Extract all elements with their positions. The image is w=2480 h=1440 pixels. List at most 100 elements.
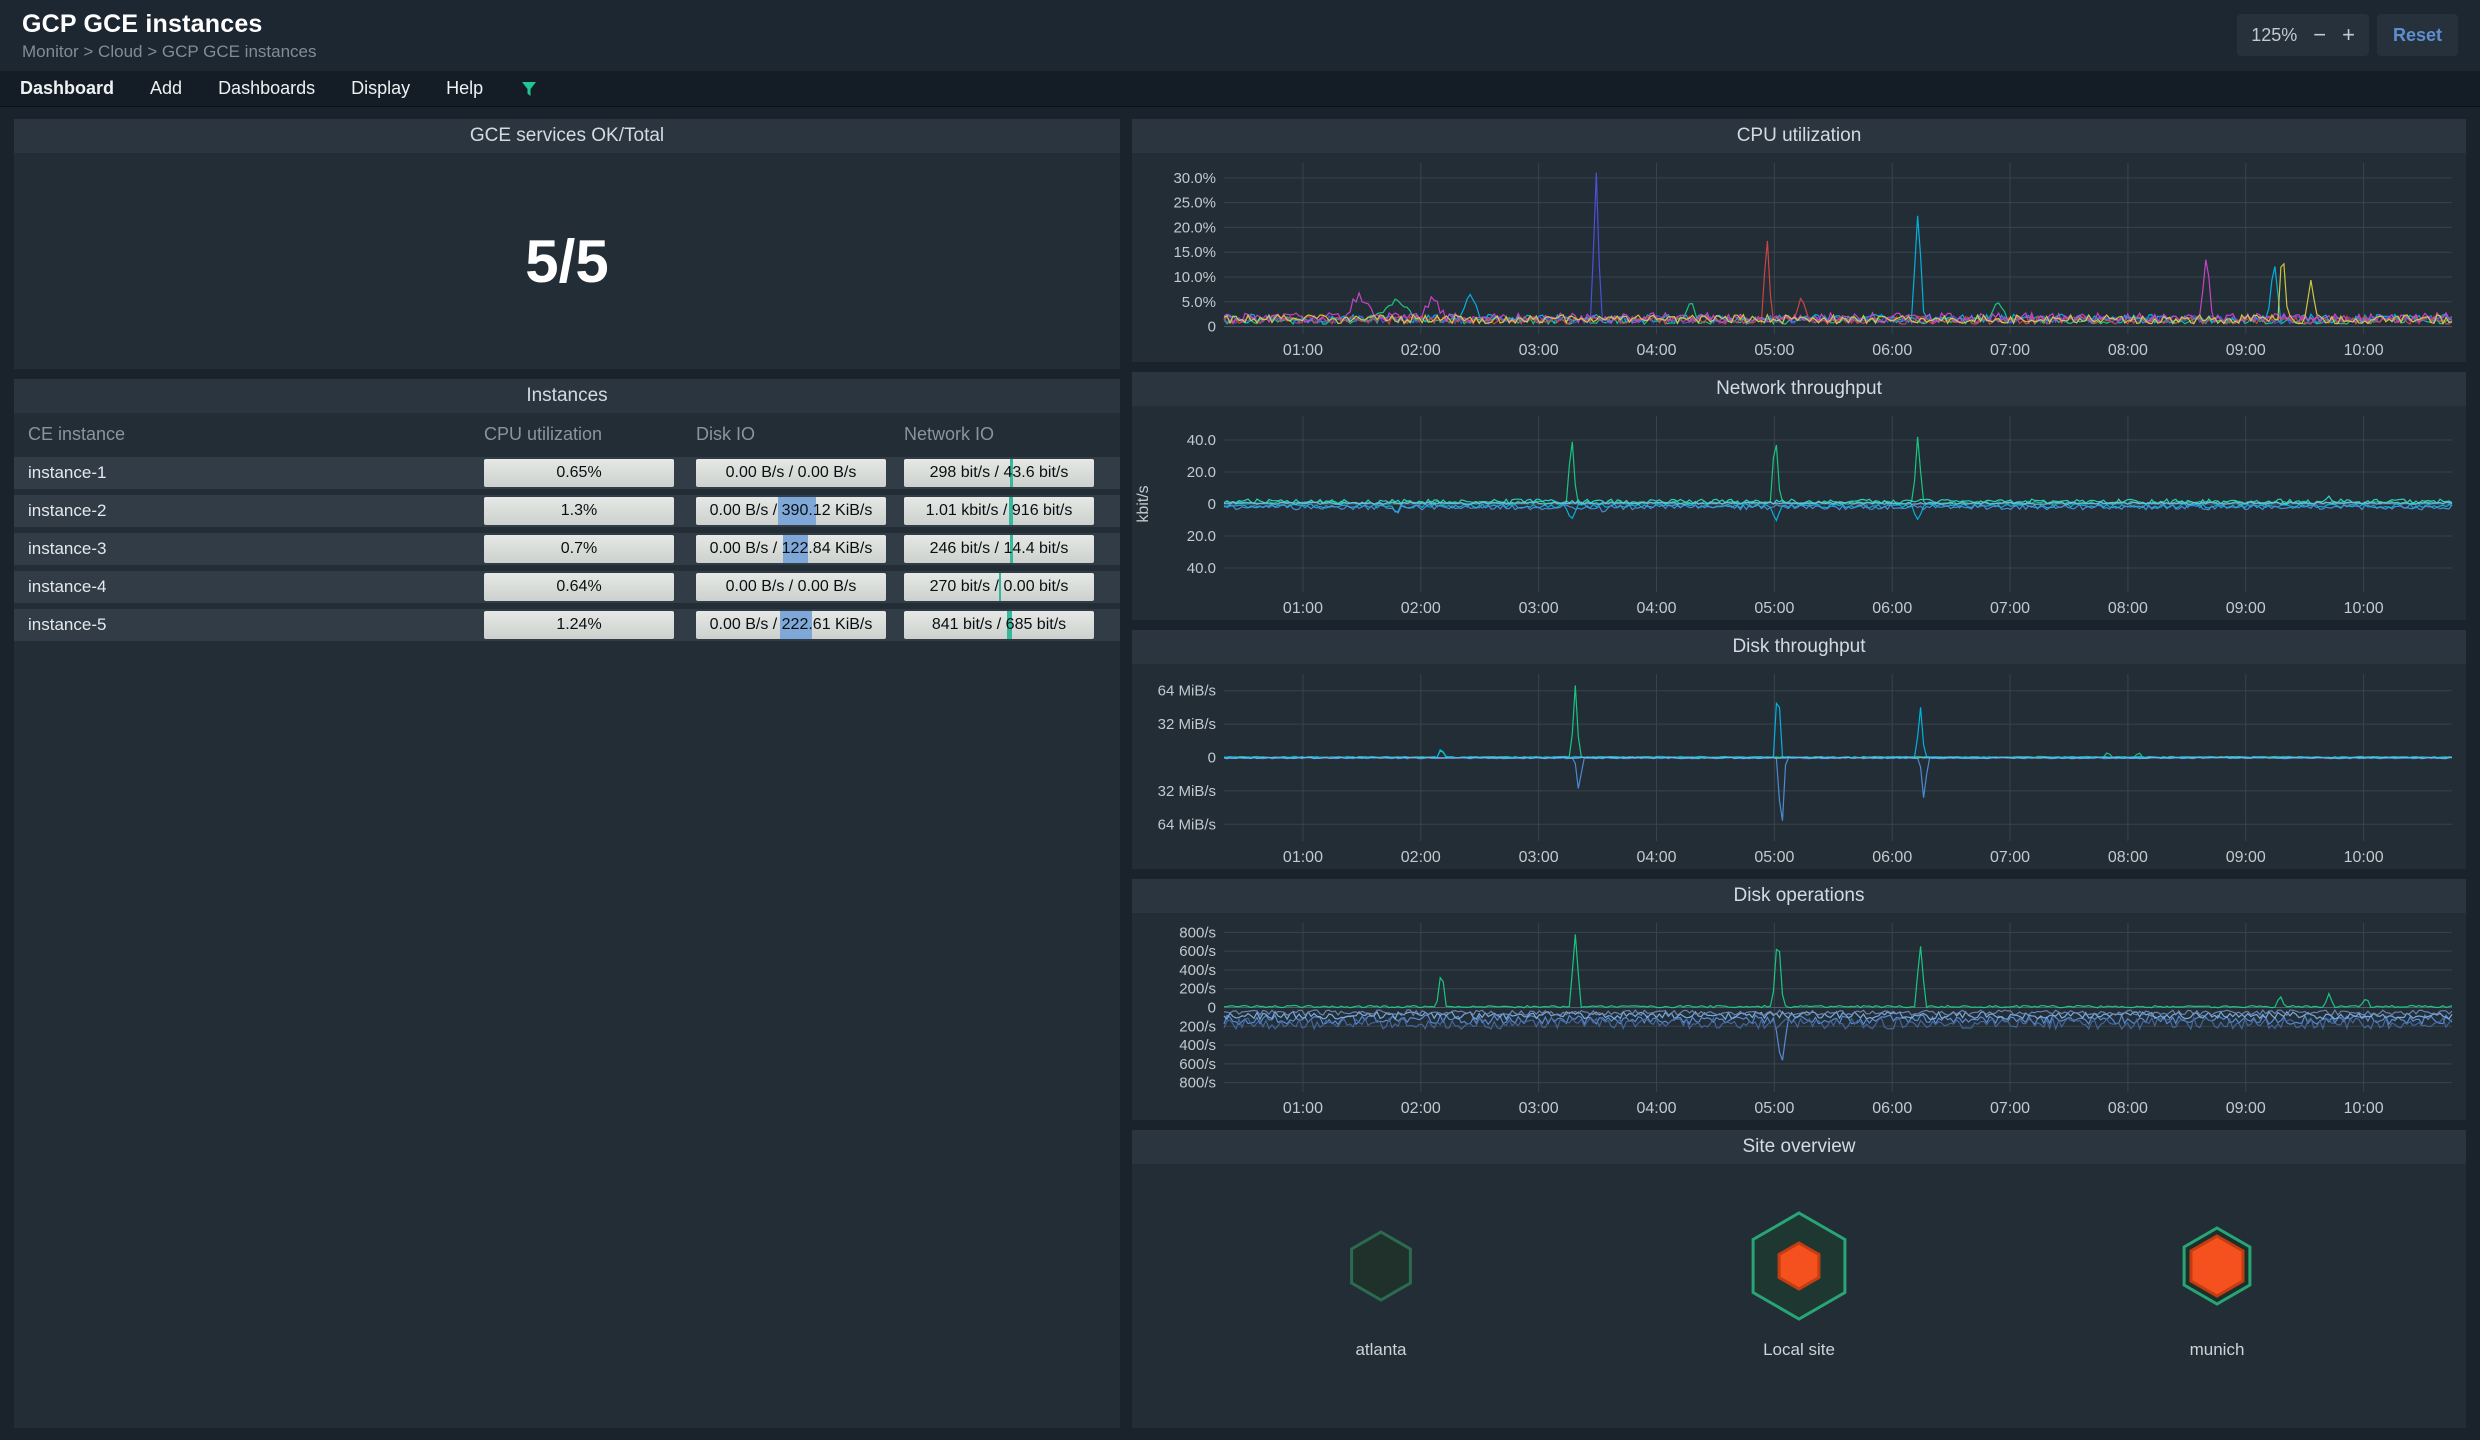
gce-services-panel: GCE services OK/Total 5/5	[14, 119, 1120, 369]
page-header: GCP GCE instances Monitor > Cloud > GCP …	[0, 0, 2480, 71]
column-header-instance: CE instance	[28, 423, 126, 444]
disk-throughput-svg: 01:00 02:00 03:00 04:00 05:00 06:00 07:00 08:00…	[1158, 674, 2453, 866]
perfometer-value: 1.24%	[556, 616, 602, 633]
menu-bar: Dashboard Add Dashboards Display Help	[0, 71, 2480, 107]
svg-text:25.0%: 25.0%	[1173, 195, 1216, 212]
svg-text:600/s: 600/s	[1179, 1056, 1216, 1073]
network-io-perfometer[interactable]: 246 bit/s / 14.4 bit/s	[904, 535, 1094, 563]
svg-text:07:00: 07:00	[1990, 342, 2030, 359]
svg-text:03:00: 03:00	[1519, 342, 1559, 359]
disk-io-perfometer[interactable]: 0.00 B/s / 122.84 KiB/s	[696, 535, 886, 563]
cpu-utilization-graph[interactable]: 01:00 02:00 03:00 04:00 05:00 06:00 07:00 08:00…	[1132, 153, 2466, 362]
svg-text:05:00: 05:00	[1754, 849, 1794, 866]
disk-io-perfometer[interactable]: 0.00 B/s / 390.12 KiB/s	[696, 497, 886, 525]
disk-io-perfometer[interactable]: 0.00 B/s / 0.00 B/s	[696, 573, 886, 601]
disk-operations-panel-title[interactable]: Disk operations	[1132, 879, 2466, 913]
zoom-out-button[interactable]: −	[2313, 24, 2326, 46]
svg-text:04:00: 04:00	[1636, 600, 1676, 617]
network-io-perfometer[interactable]: 298 bit/s / 43.6 bit/s	[904, 459, 1094, 487]
column-header-cpu: CPU utilization	[484, 423, 603, 444]
menu-item-dashboard[interactable]: Dashboard	[20, 78, 114, 99]
table-row[interactable]: instance-4 0.64% 0.00 B/s / 0.00 B/s 270 bi…	[14, 571, 1120, 603]
svg-text:09:00: 09:00	[2226, 342, 2266, 359]
network-throughput-graph[interactable]: 01:00 02:00 03:00 04:00 05:00 06:00 07:00 08:00…	[1132, 406, 2466, 620]
network-throughput-panel: Network throughput 01:00 02:00 03:00 04:00 0…	[1132, 372, 2466, 620]
svg-text:09:00: 09:00	[2226, 600, 2266, 617]
svg-text:03:00: 03:00	[1519, 1100, 1559, 1117]
zoom-in-button[interactable]: +	[2342, 24, 2355, 46]
svg-text:40.0: 40.0	[1187, 432, 1216, 449]
site-label: Local site	[1763, 1340, 1835, 1359]
filter-icon[interactable]	[519, 79, 539, 99]
disk-throughput-graph[interactable]: 01:00 02:00 03:00 04:00 05:00 06:00 07:00 08:00…	[1132, 664, 2466, 869]
table-row[interactable]: instance-3 0.7% 0.00 B/s / 122.84 KiB/s 246…	[14, 533, 1120, 565]
menu-item-display[interactable]: Display	[351, 78, 410, 99]
gce-services-ok-total-value[interactable]: 5/5	[14, 153, 1120, 369]
cpu-utilization-perfometer[interactable]: 0.64%	[484, 573, 674, 601]
site-hexagon[interactable]	[2157, 1206, 2277, 1326]
site-label: munich	[2189, 1340, 2245, 1359]
svg-text:08:00: 08:00	[2108, 1100, 2148, 1117]
menu-item-add[interactable]: Add	[150, 78, 182, 99]
svg-text:30.0%: 30.0%	[1173, 170, 1216, 187]
breadcrumb[interactable]: Monitor > Cloud > GCP GCE instances	[22, 42, 317, 62]
perfometer-value: 0.00 B/s / 222.61 KiB/s	[709, 616, 873, 633]
perfometer-value: 0.65%	[556, 464, 602, 481]
network-throughput-panel-title[interactable]: Network throughput	[1132, 372, 2466, 406]
svg-text:02:00: 02:00	[1401, 849, 1441, 866]
svg-text:09:00: 09:00	[2226, 849, 2266, 866]
site-hexagon[interactable]	[1739, 1206, 1859, 1326]
site-hexagon[interactable]	[1321, 1206, 1441, 1326]
svg-text:04:00: 04:00	[1636, 1100, 1676, 1117]
cpu-utilization-panel-title[interactable]: CPU utilization	[1132, 119, 2466, 153]
svg-text:400/s: 400/s	[1179, 962, 1216, 979]
gce-services-panel-title[interactable]: GCE services OK/Total	[14, 119, 1120, 153]
svg-text:04:00: 04:00	[1636, 342, 1676, 359]
site-overview-body: atlanta Local site munich	[1132, 1164, 2466, 1428]
instance-name[interactable]: instance-3	[14, 539, 484, 559]
network-io-perfometer[interactable]: 1.01 kbit/s / 916 bit/s	[904, 497, 1094, 525]
perfometer-value: 0.7%	[560, 540, 598, 557]
svg-text:01:00: 01:00	[1283, 1100, 1323, 1117]
svg-text:06:00: 06:00	[1872, 600, 1912, 617]
perfometer-value: 270 bit/s / 0.00 bit/s	[929, 578, 1069, 595]
disk-io-perfometer[interactable]: 0.00 B/s / 222.61 KiB/s	[696, 611, 886, 639]
cpu-utilization-perfometer[interactable]: 1.3%	[484, 497, 674, 525]
site-label: atlanta	[1355, 1340, 1407, 1359]
svg-text:64 MiB/s: 64 MiB/s	[1158, 816, 1216, 833]
disk-throughput-panel: Disk throughput 01:00 02:00 03:00 04:00 05:0…	[1132, 630, 2466, 869]
instances-panel-title[interactable]: Instances	[14, 379, 1120, 413]
cpu-utilization-perfometer[interactable]: 0.7%	[484, 535, 674, 563]
instance-name[interactable]: instance-2	[14, 501, 484, 521]
zoom-reset-button[interactable]: Reset	[2376, 14, 2458, 56]
svg-text:06:00: 06:00	[1872, 1100, 1912, 1117]
svg-text:06:00: 06:00	[1872, 849, 1912, 866]
svg-text:06:00: 06:00	[1872, 342, 1912, 359]
instance-name[interactable]: instance-1	[14, 463, 484, 483]
disk-io-perfometer[interactable]: 0.00 B/s / 0.00 B/s	[696, 459, 886, 487]
instance-name[interactable]: instance-5	[14, 615, 484, 635]
cpu-utilization-svg: 01:00 02:00 03:00 04:00 05:00 06:00 07:00 08:00…	[1173, 163, 2453, 359]
cpu-utilization-perfometer[interactable]: 0.65%	[484, 459, 674, 487]
site-overview-panel-title[interactable]: Site overview	[1132, 1130, 2466, 1164]
svg-text:02:00: 02:00	[1401, 600, 1441, 617]
disk-operations-graph[interactable]: 01:00 02:00 03:00 04:00 05:00 06:00 07:00 08:00…	[1132, 913, 2466, 1120]
instance-name[interactable]: instance-4	[14, 577, 484, 597]
table-row[interactable]: instance-1 0.65% 0.00 B/s / 0.00 B/s 298 bi…	[14, 457, 1120, 489]
svg-text:07:00: 07:00	[1990, 1100, 2030, 1117]
svg-text:05:00: 05:00	[1754, 1100, 1794, 1117]
network-io-perfometer[interactable]: 270 bit/s / 0.00 bit/s	[904, 573, 1094, 601]
disk-throughput-panel-title[interactable]: Disk throughput	[1132, 630, 2466, 664]
site-local-site: Local site	[1739, 1206, 1859, 1360]
menu-item-dashboards[interactable]: Dashboards	[218, 78, 315, 99]
svg-text:02:00: 02:00	[1401, 342, 1441, 359]
perfometer-value: 1.3%	[560, 502, 598, 519]
table-row[interactable]: instance-2 1.3% 0.00 B/s / 390.12 KiB/s 1.0…	[14, 495, 1120, 527]
cpu-utilization-perfometer[interactable]: 1.24%	[484, 611, 674, 639]
svg-text:08:00: 08:00	[2108, 849, 2148, 866]
network-io-perfometer[interactable]: 841 bit/s / 685 bit/s	[904, 611, 1094, 639]
table-row[interactable]: instance-5 1.24% 0.00 B/s / 222.61 KiB/s 84…	[14, 609, 1120, 641]
menu-item-help[interactable]: Help	[446, 78, 483, 99]
svg-text:20.0%: 20.0%	[1173, 219, 1216, 236]
column-header-network-io: Network IO	[904, 423, 995, 444]
